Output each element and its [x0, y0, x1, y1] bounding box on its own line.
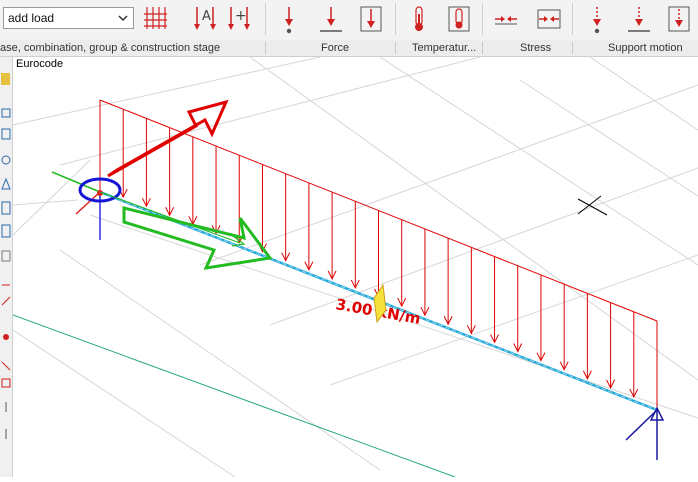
member-displacement-icon: [628, 7, 650, 32]
diagonal-icon: [1, 361, 11, 371]
reference-line: [12, 314, 456, 478]
temperature-member-button[interactable]: [406, 4, 432, 34]
point-icon: [3, 334, 9, 340]
surface-displacement-icon: [668, 6, 690, 32]
circle-icon: [1, 155, 11, 165]
distributed-force-icon: [360, 6, 382, 32]
member-force-icon: [320, 7, 342, 32]
left-support: [51, 171, 246, 247]
load-case-icon: A: [194, 7, 216, 30]
group-label-support: Support motion: [608, 42, 683, 54]
load-case-button[interactable]: A: [192, 4, 218, 34]
stress-compression-button[interactable]: [493, 4, 519, 34]
distributed-load: [99, 99, 658, 410]
group-separator: [482, 42, 483, 54]
compression-icon: [495, 16, 517, 25]
right-support: [625, 406, 665, 460]
load-type-select-value: add load: [8, 11, 55, 25]
left-toolbar-icons: [1, 73, 11, 439]
support-displacement-icon: [593, 7, 601, 34]
group-label-case: ase, combination, group & construction s…: [0, 42, 221, 54]
toolbar-separator: [265, 3, 266, 35]
toolbar-separator: [482, 3, 483, 35]
point-force-member-button[interactable]: [318, 4, 344, 34]
slope-icon: [1, 296, 11, 306]
support-displacement-button[interactable]: [584, 4, 610, 34]
node-icon: [1, 108, 11, 118]
toolbar-separator: [572, 3, 573, 35]
add-load-icon: +: [228, 7, 250, 30]
pencil-icon: [1, 73, 10, 85]
add-load-case-button[interactable]: +: [226, 4, 252, 34]
group-label-force: Force: [321, 42, 350, 54]
point-force-icon: [285, 7, 293, 34]
load-grid-icon: [144, 7, 167, 29]
thermometer-surface-icon: [448, 6, 470, 32]
local-y-arrow: [107, 99, 229, 178]
left-toolbar: [0, 57, 13, 477]
layer-icon: [1, 128, 11, 140]
panel-icon: [1, 201, 11, 215]
stress-surface-button[interactable]: [536, 4, 562, 34]
group-separator: [395, 42, 396, 54]
support-icon: [1, 250, 11, 262]
stress-surface-icon: [537, 9, 561, 29]
svg-text:A: A: [202, 9, 211, 24]
cursor-crosshair: [577, 195, 608, 216]
chevron-down-icon: [118, 15, 128, 22]
design-code-label: Eurocode: [16, 58, 64, 70]
model-viewport[interactable]: 3.00 kN/m: [12, 56, 698, 478]
temperature-surface-button[interactable]: [446, 4, 472, 34]
group-label-stress: Stress: [520, 42, 552, 54]
load-type-select[interactable]: add load: [3, 7, 134, 29]
ribbon-group-labels: ase, combination, group & construction s…: [0, 40, 698, 57]
group-separator: [265, 42, 266, 54]
model-canvas[interactable]: 3.00 kN/m: [12, 56, 698, 478]
support-displacement-member-button[interactable]: [626, 4, 652, 34]
grid-icon: [1, 224, 11, 238]
group-label-temperature: Temperatur...: [412, 42, 477, 54]
group-separator: [572, 42, 573, 54]
axis-x-line: [51, 171, 101, 193]
point-force-button[interactable]: [276, 4, 302, 34]
box-icon: [1, 378, 11, 388]
thermometer-icon: [415, 6, 423, 31]
toolbar-separator: [395, 3, 396, 35]
support-y-line: [625, 409, 658, 441]
load-grid-button[interactable]: [142, 4, 168, 34]
support-displacement-surface-button[interactable]: [666, 4, 692, 34]
load-arrows: [118, 109, 639, 399]
toolbar: add load A +: [0, 0, 698, 40]
triangle-icon: [1, 177, 11, 190]
distributed-force-button[interactable]: [358, 4, 384, 34]
svg-text:+: +: [235, 8, 247, 24]
axis-y-line: [75, 191, 101, 215]
